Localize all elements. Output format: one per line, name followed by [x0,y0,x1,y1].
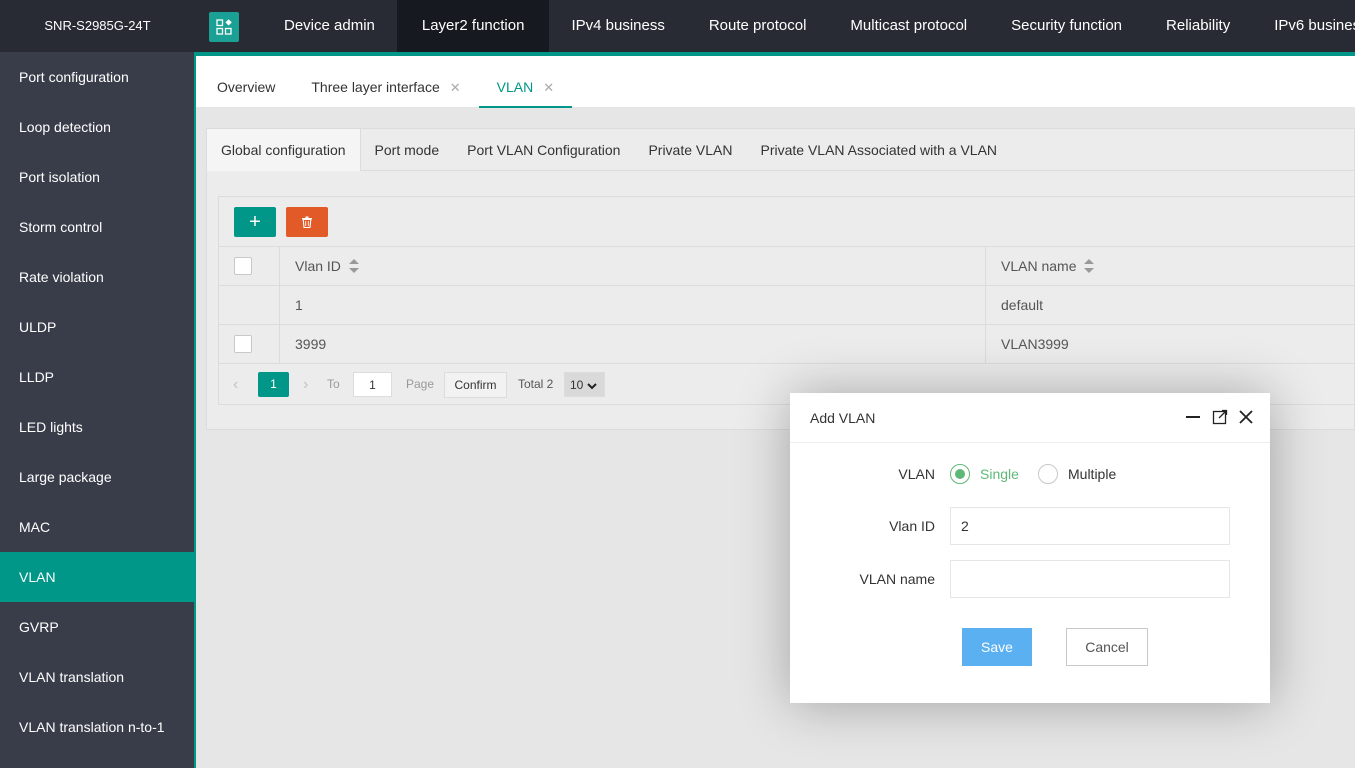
sidebar-item-vlan[interactable]: VLAN [0,552,194,602]
vlan-id-cell: 3999 [280,325,986,363]
chevron-down-icon [587,383,598,390]
sidebar-item-port-configuration[interactable]: Port configuration [0,52,194,102]
select-all-checkbox[interactable] [234,257,252,275]
radio-multiple-label[interactable]: Multiple [1068,466,1116,482]
tab-vlan[interactable]: VLAN ✕ [478,56,573,108]
sidebar-item-loop-detection[interactable]: Loop detection [0,102,194,152]
page-size-select[interactable]: 10 [564,372,605,397]
confirm-jump-button[interactable]: Confirm [444,372,507,398]
row-checkbox-cell [219,286,280,324]
save-button[interactable]: Save [962,628,1032,666]
header-checkbox-cell [219,247,280,285]
subtab-port-mode[interactable]: Port mode [361,129,454,171]
sidebar-item-large-package[interactable]: Large package [0,452,194,502]
radio-multiple[interactable] [1038,464,1058,484]
apps-grid-icon[interactable] [209,12,239,42]
cancel-button[interactable]: Cancel [1066,628,1148,666]
current-page[interactable]: 1 [258,372,289,397]
vlan-table: + Vlan ID VLAN name 1 default 3999 VLAN3… [218,196,1355,405]
topnav-security-function[interactable]: Security function [989,0,1144,52]
sidebar-item-uldp[interactable]: ULDP [0,302,194,352]
minimize-icon[interactable] [1184,408,1202,426]
sidebar-item-vlan-translation[interactable]: VLAN translation [0,652,194,702]
add-vlan-dialog: Add VLAN VLAN Single Multiple Vlan ID VL… [790,393,1270,703]
total-count: Total 2 [518,377,554,391]
tab-label: Overview [217,79,276,95]
device-name: SNR-S2985G-24T [44,18,151,33]
sidebar-border [194,52,196,768]
sidebar: Port configuration Loop detection Port i… [0,52,194,768]
row-checkbox[interactable] [234,335,252,353]
row-checkbox-cell [219,325,280,363]
add-vlan-button[interactable]: + [234,207,276,237]
sort-icon[interactable] [348,259,359,274]
table-row: 3999 VLAN3999 [219,325,1355,364]
dialog-header: Add VLAN [790,393,1270,443]
topnav-device-admin[interactable]: Device admin [262,0,397,52]
topnav-route-protocol[interactable]: Route protocol [687,0,829,52]
sidebar-item-led-lights[interactable]: LED lights [0,402,194,452]
top-nav: Device admin Layer2 function IPv4 busine… [262,0,1355,52]
tab-overview[interactable]: Overview [199,56,293,108]
subtab-port-vlan-configuration[interactable]: Port VLAN Configuration [453,129,634,171]
sidebar-item-lldp[interactable]: LLDP [0,352,194,402]
table-row: 1 default [219,286,1355,325]
tab-label: Three layer interface [311,79,440,95]
subtab-private-vlan-associated[interactable]: Private VLAN Associated with a VLAN [746,129,1011,171]
vlan-name-cell: default [1001,297,1044,313]
vlan-id-cell: 1 [280,286,986,324]
close-icon[interactable] [1237,408,1255,426]
content-tabs: Overview Three layer interface ✕ VLAN ✕ [196,56,1355,108]
sidebar-item-rate-violation[interactable]: Rate violation [0,252,194,302]
top-bar: SNR-S2985G-24T Device admin Layer2 funct… [0,0,1355,52]
topnav-multicast-protocol[interactable]: Multicast protocol [828,0,989,52]
topnav-reliability[interactable]: Reliability [1144,0,1252,52]
vlan-name-label: VLAN name [859,571,935,587]
sidebar-item-port-isolation[interactable]: Port isolation [0,152,194,202]
page-label: Page [406,377,435,391]
subtab-private-vlan[interactable]: Private VLAN [634,129,746,171]
next-page-button[interactable]: › [303,372,317,397]
subtabs: Global configuration Port mode Port VLAN… [207,129,1355,171]
dialog-title: Add VLAN [810,410,876,426]
radio-single-label[interactable]: Single [980,466,1019,482]
close-icon[interactable]: ✕ [450,80,461,95]
sidebar-item-storm-control[interactable]: Storm control [0,202,194,252]
vlan-id-label: Vlan ID [889,518,935,534]
vlan-id-input[interactable] [950,507,1230,545]
sidebar-item-gvrp[interactable]: GVRP [0,602,194,652]
vlan-mode-label: VLAN [898,466,935,482]
column-header-vlan-id[interactable]: Vlan ID [280,247,986,285]
radio-single[interactable] [950,464,970,484]
trash-icon [302,216,312,228]
to-label: To [327,377,340,391]
subtab-global-configuration[interactable]: Global configuration [207,129,361,171]
sidebar-item-mac[interactable]: MAC [0,502,194,552]
vlan-name-cell: VLAN3999 [1001,336,1069,352]
topnav-ipv4-business[interactable]: IPv4 business [549,0,686,52]
table-header-row: Vlan ID VLAN name [219,247,1355,286]
column-header-vlan-name[interactable]: VLAN name [986,247,1355,285]
maximize-icon[interactable] [1211,408,1229,426]
table-toolbar: + [219,197,1355,247]
page-size-value: 10 [570,378,584,392]
vlan-name-input[interactable] [950,560,1230,598]
column-label: Vlan ID [295,258,341,274]
column-label: VLAN name [1001,258,1077,274]
tab-three-layer-interface[interactable]: Three layer interface ✕ [293,56,478,108]
prev-page-button[interactable]: ‹ [233,372,247,397]
topnav-layer2-function[interactable]: Layer2 function [396,0,550,52]
topnav-ipv6-business[interactable]: IPv6 business [1252,0,1355,52]
sidebar-item-vlan-translation-n-to-1[interactable]: VLAN translation n-to-1 [0,702,194,752]
vlan-panel: Global configuration Port mode Port VLAN… [206,128,1355,430]
delete-vlan-button[interactable] [286,207,328,237]
close-icon[interactable]: ✕ [543,80,554,95]
sort-icon[interactable] [1084,259,1095,274]
jump-page-input[interactable]: 1 [353,372,392,397]
tab-label: VLAN [496,79,534,95]
